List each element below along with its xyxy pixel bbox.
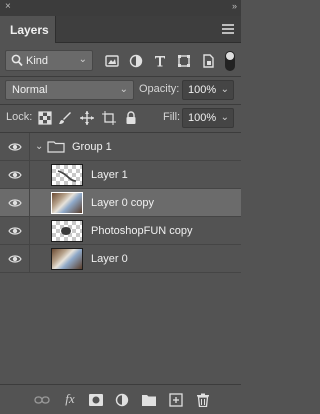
- divider: [0, 104, 241, 105]
- layer-row-group-1[interactable]: ⌄ Group 1: [0, 133, 241, 161]
- eye-icon[interactable]: [8, 197, 22, 209]
- eye-icon[interactable]: [8, 169, 22, 181]
- chevron-down-icon: ⌄: [78, 54, 87, 65]
- filter-kind-label: Kind: [26, 55, 49, 67]
- lock-all-icon[interactable]: [123, 110, 139, 126]
- type-filter-icon[interactable]: [152, 53, 168, 69]
- chevron-down-icon[interactable]: ⌄: [35, 141, 43, 152]
- layer-name: Layer 0 copy: [91, 197, 154, 209]
- chevron-down-icon[interactable]: ⌄: [221, 84, 229, 95]
- fill-field[interactable]: 100% ⌄: [182, 108, 234, 128]
- adjustment-filter-icon[interactable]: [128, 53, 144, 69]
- delete-layer-icon[interactable]: [195, 393, 211, 407]
- divider: [0, 76, 241, 77]
- layer-thumbnail: [51, 220, 83, 242]
- opacity-label: Opacity:: [139, 83, 180, 95]
- opacity-field[interactable]: 100% ⌄: [182, 80, 234, 100]
- chevron-down-icon: ⌄: [119, 84, 128, 95]
- blend-mode-value: Normal: [12, 84, 48, 96]
- lock-row: Lock: Fill: 100% ⌄: [0, 108, 241, 130]
- shape-filter-icon[interactable]: [176, 53, 192, 69]
- pixel-filter-icon[interactable]: [104, 53, 120, 69]
- tab-layers[interactable]: Layers: [0, 16, 56, 43]
- collapse-panel-icon[interactable]: »: [232, 1, 237, 11]
- close-panel-icon[interactable]: ×: [5, 1, 11, 12]
- lock-position-icon[interactable]: [79, 110, 95, 126]
- layer-name: PhotoshopFUN copy: [91, 225, 193, 237]
- layer-thumbnail: [51, 248, 83, 270]
- layer-row-photoshopfun-copy[interactable]: PhotoshopFUN copy: [0, 217, 241, 245]
- smart-object-filter-icon[interactable]: [200, 53, 216, 69]
- fx-icon[interactable]: fx: [62, 391, 78, 406]
- add-mask-icon[interactable]: [88, 393, 104, 407]
- chevron-down-icon[interactable]: ⌄: [221, 112, 229, 123]
- lock-image-pixels-icon[interactable]: [57, 110, 73, 126]
- new-layer-icon[interactable]: [168, 393, 184, 407]
- layer-name: Layer 1: [91, 169, 128, 181]
- brush-stroke-icon: [57, 170, 77, 182]
- panel-menu-icon[interactable]: [222, 24, 234, 34]
- eye-icon[interactable]: [8, 141, 22, 153]
- layer-name: Group 1: [72, 141, 112, 153]
- window-top-bar: × »: [0, 0, 241, 16]
- layer-row-layer-0[interactable]: Layer 0: [0, 245, 241, 273]
- search-icon: [11, 54, 23, 67]
- blend-row: Normal ⌄ Opacity: 100% ⌄: [0, 80, 241, 102]
- link-layers-icon[interactable]: [34, 393, 50, 407]
- lock-transparent-pixels-icon[interactable]: [37, 110, 53, 126]
- fill-value: 100%: [188, 112, 217, 124]
- eye-icon[interactable]: [8, 253, 22, 265]
- layer-thumbnail: [51, 164, 83, 186]
- layers-bottom-toolbar: fx: [0, 384, 241, 414]
- blend-mode-select[interactable]: Normal ⌄: [5, 80, 134, 100]
- new-group-icon[interactable]: [141, 393, 157, 407]
- lock-artboard-icon[interactable]: [101, 110, 117, 126]
- panel-tab-bar: Layers: [0, 16, 241, 43]
- layer-name: Layer 0: [91, 253, 128, 265]
- eye-icon[interactable]: [8, 225, 22, 237]
- layer-filter-row: Kind ⌄: [0, 48, 241, 74]
- filter-kind-select[interactable]: Kind ⌄: [5, 50, 93, 71]
- shape-blob-icon: [61, 227, 71, 235]
- layer-thumbnail: [51, 192, 83, 214]
- folder-icon: [47, 141, 65, 153]
- fill-label: Fill:: [163, 111, 181, 123]
- layer-row-layer-0-copy[interactable]: Layer 0 copy: [0, 189, 241, 217]
- opacity-value: 100%: [188, 84, 217, 96]
- lock-label: Lock:: [6, 111, 33, 123]
- new-adjustment-layer-icon[interactable]: [114, 393, 130, 407]
- layer-row-layer-1[interactable]: Layer 1: [0, 161, 241, 189]
- filter-toggle[interactable]: [225, 51, 235, 71]
